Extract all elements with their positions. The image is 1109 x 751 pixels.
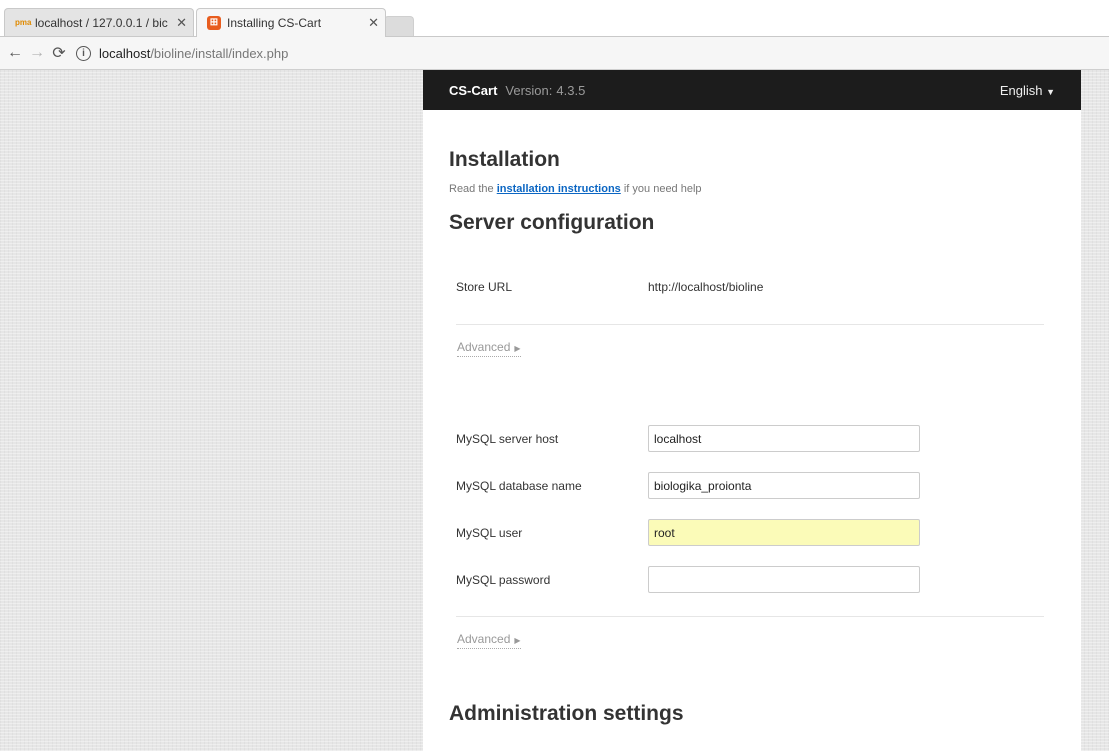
phpmyadmin-icon: pma (15, 17, 32, 27)
forward-arrow-icon[interactable]: → (26, 44, 48, 62)
db-host-input[interactable] (648, 425, 920, 452)
version-number: 4.3.5 (556, 82, 586, 98)
db-password-row: MySQL password (456, 566, 920, 593)
tab-installing-cs-cart[interactable]: ⊞ Installing CS-Cart ✕ (196, 8, 386, 37)
version-label: Version: (505, 82, 553, 98)
tab-title: localhost / 127.0.0.1 / bic (35, 15, 168, 30)
help-text: Read the installation instructions if yo… (449, 183, 1055, 195)
browser-tab-bar: pma localhost / 127.0.0.1 / bic ✕ ⊞ Inst… (0, 0, 1109, 37)
db-user-input[interactable] (648, 519, 920, 546)
advanced-label: Advanced (457, 340, 511, 354)
db-host-label: MySQL server host (456, 431, 559, 446)
page-background: CS-Cart Version: 4.3.5 English ▼ Install… (0, 70, 1109, 751)
triangle-right-icon: ▶ (514, 344, 521, 353)
advanced-toggle-1[interactable]: Advanced ▶ (457, 340, 521, 357)
page-title: Installation (449, 148, 560, 171)
db-name-input[interactable] (648, 472, 920, 499)
back-arrow-icon[interactable]: ← (4, 44, 26, 62)
brand-name: CS-Cart (449, 82, 498, 98)
installer-top-bar: CS-Cart Version: 4.3.5 English ▼ (423, 70, 1081, 110)
browser-toolbar: ← → ⟳ i localhost/bioline/install/index.… (0, 36, 1109, 70)
language-selector[interactable]: English ▼ (1000, 83, 1055, 98)
db-password-input[interactable] (648, 566, 920, 593)
language-label: English (999, 82, 1043, 98)
cs-cart-icon: ⊞ (207, 16, 221, 30)
address-bar[interactable]: i localhost/bioline/install/index.php (76, 41, 288, 65)
db-user-row: MySQL user (456, 519, 920, 546)
help-suffix: if you need help (623, 183, 702, 195)
url-path: /bioline/install/index.php (150, 45, 289, 61)
divider (456, 616, 1044, 617)
advanced-toggle-2[interactable]: Advanced ▶ (457, 632, 521, 649)
admin-settings-heading: Administration settings (449, 702, 684, 725)
db-user-label: MySQL user (456, 525, 523, 540)
close-icon[interactable]: ✕ (368, 15, 379, 31)
db-host-row: MySQL server host (456, 425, 920, 452)
store-url-row: Store URL http://localhost/bioline (456, 280, 763, 294)
tab-title: Installing CS-Cart (227, 16, 322, 30)
tab-phpmyadmin[interactable]: pma localhost / 127.0.0.1 / bic ✕ (4, 8, 194, 36)
db-password-label: MySQL password (456, 572, 551, 587)
db-name-row: MySQL database name (456, 472, 920, 499)
help-prefix: Read the (449, 183, 494, 195)
db-name-label: MySQL database name (456, 478, 582, 493)
installer-panel: CS-Cart Version: 4.3.5 English ▼ Install… (423, 70, 1081, 751)
installation-instructions-link[interactable]: installation instructions (497, 183, 621, 195)
url-host: localhost (99, 45, 151, 61)
reload-icon[interactable]: ⟳ (48, 43, 70, 63)
divider (456, 324, 1044, 325)
caret-down-icon: ▼ (1046, 86, 1055, 97)
store-url-label: Store URL (456, 280, 513, 294)
server-config-heading: Server configuration (449, 211, 655, 234)
close-icon[interactable]: ✕ (176, 15, 187, 31)
store-url-value: http://localhost/bioline (648, 280, 764, 294)
triangle-right-icon: ▶ (514, 636, 521, 645)
info-icon[interactable]: i (76, 45, 91, 61)
new-tab-button[interactable] (384, 16, 414, 36)
advanced-label: Advanced (457, 632, 511, 646)
